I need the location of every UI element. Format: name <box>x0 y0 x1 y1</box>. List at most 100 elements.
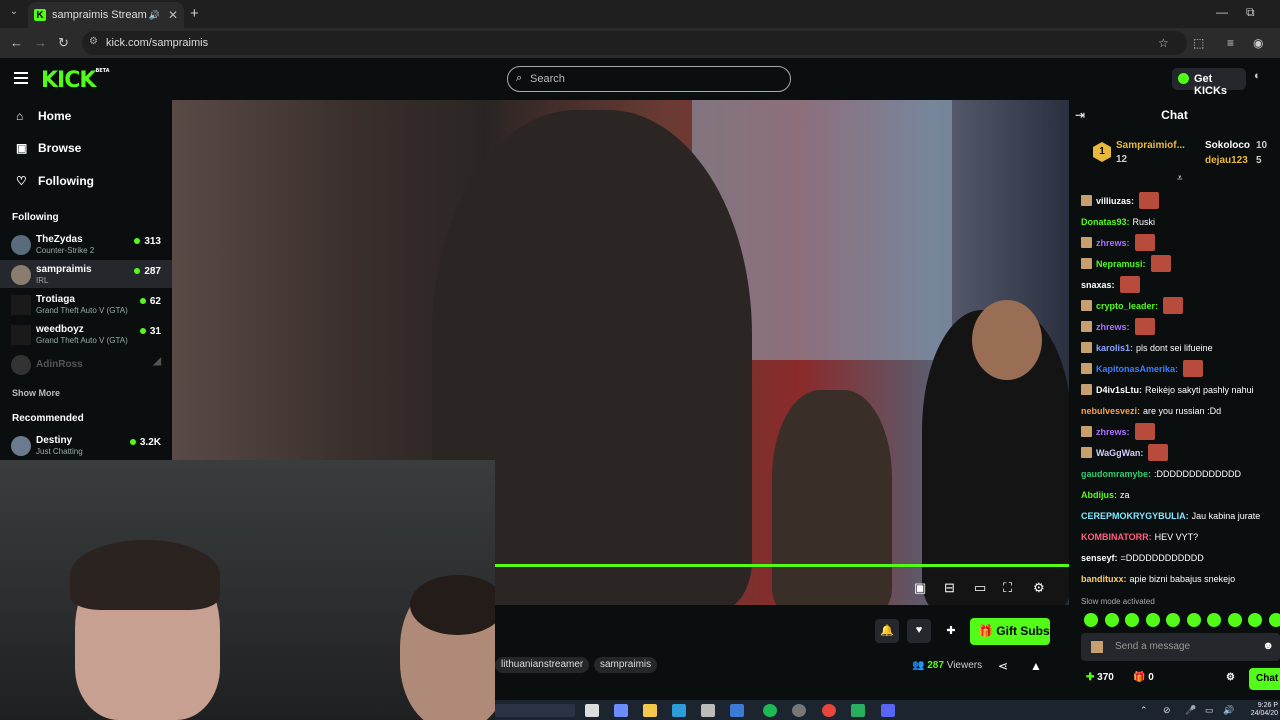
media-controls-icon[interactable]: ≡ <box>1227 36 1234 50</box>
edge-icon[interactable] <box>672 704 686 717</box>
kicks-icon[interactable]: ✚ <box>939 619 963 643</box>
emote-icon[interactable] <box>1207 613 1221 627</box>
emote-icon[interactable] <box>1268 613 1280 627</box>
store-icon[interactable] <box>701 704 715 717</box>
system-clock[interactable]: 9:26 P 24/04/20 <box>1242 702 1278 718</box>
channel-item[interactable]: Destiny Just Chatting 3.2K <box>0 431 172 459</box>
app-icon[interactable] <box>851 704 865 717</box>
profile-icon[interactable]: ◉ <box>1253 36 1263 50</box>
app-icon[interactable] <box>792 704 806 717</box>
chat-username[interactable]: snaxas: <box>1081 280 1115 290</box>
task-view-icon[interactable] <box>585 704 599 717</box>
share-icon[interactable]: ⋖ <box>998 659 1008 673</box>
kicks-balance[interactable]: ✚ 370 <box>1086 672 1114 683</box>
user-avatar-icon[interactable]: ◐ <box>1254 70 1270 86</box>
nav-following[interactable]: ♡ Following <box>16 174 94 188</box>
emote-icon[interactable] <box>1186 613 1201 627</box>
stream-tag[interactable]: sampraimis <box>594 657 658 673</box>
channel-item[interactable]: weedboyz Grand Theft Auto V (GTA) 31 <box>0 320 172 348</box>
speaker-icon[interactable]: 🔊 <box>149 10 160 21</box>
theater-mode-icon[interactable]: ▭ <box>974 580 986 596</box>
chat-username[interactable]: Abdijus: <box>1081 490 1117 500</box>
emote-icon[interactable] <box>1166 613 1180 627</box>
settings-gear-icon[interactable]: ⚙ <box>1033 580 1045 596</box>
browser-tab[interactable]: K sampraimis Stream - Watch 🔊 ✕ <box>28 2 184 28</box>
file-explorer-icon[interactable] <box>643 704 657 717</box>
channel-item[interactable]: AdinRoss ◢ <box>0 350 172 378</box>
chat-username[interactable]: KapitonasAmerika: <box>1096 364 1178 374</box>
channel-item[interactable]: Trotiaga Grand Theft Auto V (GTA) 62 <box>0 290 172 318</box>
chat-username[interactable]: nebulvesvezi: <box>1081 406 1140 416</box>
bookmark-star-icon[interactable]: ☆ <box>1158 36 1169 50</box>
mail-icon[interactable] <box>730 704 744 717</box>
menu-icon[interactable] <box>14 72 28 84</box>
chat-settings-icon[interactable]: ⚙ <box>1226 672 1235 683</box>
kick-logo[interactable]: KICKBETA <box>41 68 110 93</box>
chat-message-input[interactable]: Send a message ☻ <box>1081 633 1280 661</box>
chat-username[interactable]: zhrews: <box>1096 238 1130 248</box>
forward-icon[interactable]: → <box>34 35 47 50</box>
search-input[interactable]: ⌕ Search <box>507 66 791 92</box>
emote-icon[interactable] <box>1227 613 1242 627</box>
chat-username[interactable]: villiuzas: <box>1096 196 1134 206</box>
follow-heart-icon[interactable]: ♥ <box>907 619 931 643</box>
nav-browse[interactable]: ▣ Browse <box>16 141 81 155</box>
site-info-icon[interactable]: ⚙ <box>89 36 98 47</box>
pip-icon[interactable]: ▣ <box>914 580 926 596</box>
gift-subs-button[interactable]: 🎁 Gift Subs <box>970 618 1050 645</box>
minimize-icon[interactable]: — <box>1216 5 1228 19</box>
back-icon[interactable]: ← <box>10 35 23 50</box>
microphone-icon[interactable]: 🎤 <box>1185 705 1196 716</box>
chat-username[interactable]: senseyf: <box>1081 553 1118 563</box>
report-icon[interactable]: ▲ <box>1030 659 1042 673</box>
emote-icon[interactable] <box>1084 613 1098 627</box>
chat-username[interactable]: gaudomramybe: <box>1081 469 1151 479</box>
channel-item[interactable]: sampraimis IRL 287 <box>0 260 172 288</box>
channel-item[interactable]: TheZydas Counter-Strike 2 313 <box>0 230 172 258</box>
expand-gifters-icon[interactable]: ⩡ <box>1177 173 1183 184</box>
taskbar-search[interactable] <box>495 704 575 717</box>
chat-username[interactable]: Donatas93: <box>1081 217 1130 227</box>
chat-username[interactable]: bandituxx: <box>1081 574 1127 584</box>
fullscreen-icon[interactable]: ⛶ <box>1003 580 1012 596</box>
chrome-icon[interactable] <box>822 704 836 717</box>
copilot-icon[interactable] <box>614 704 628 717</box>
url-field[interactable]: ⚙ kick.com/sampraimis <box>82 31 1187 55</box>
gifter-name[interactable]: Sokoloco <box>1205 140 1250 151</box>
chat-username[interactable]: D4iv1sLtu: <box>1096 385 1142 395</box>
chat-username[interactable]: WaGgWan: <box>1096 448 1143 458</box>
clip-icon[interactable]: ⊟ <box>944 580 955 596</box>
emoji-picker-icon[interactable]: ☻ <box>1262 640 1274 652</box>
get-kicks-button[interactable]: Get KICKs <box>1172 68 1246 97</box>
emote-icon[interactable] <box>1248 613 1262 627</box>
chat-username[interactable]: CEREPMOKRYGYBULIA: <box>1081 511 1189 521</box>
chat-username[interactable]: KOMBINATORR: <box>1081 532 1152 542</box>
show-more-link[interactable]: Show More <box>12 388 60 398</box>
new-tab-icon[interactable]: + <box>190 5 199 22</box>
extensions-icon[interactable]: ⬚ <box>1193 36 1204 50</box>
tab-list-icon[interactable]: ⌄ <box>6 6 22 22</box>
nav-home[interactable]: ⌂ Home <box>16 109 71 123</box>
close-tab-icon[interactable]: ✕ <box>168 8 178 22</box>
chat-username[interactable]: karolis1: <box>1096 343 1133 353</box>
gifter-name[interactable]: dejau123 <box>1205 155 1248 166</box>
notification-bell-icon[interactable]: 🔔 <box>875 619 899 643</box>
restore-icon[interactable]: ⧉ <box>1246 5 1255 20</box>
tray-icon[interactable]: ⊘ <box>1163 705 1171 716</box>
chat-username[interactable]: Nepramusi: <box>1096 259 1146 269</box>
emote-icon[interactable] <box>1125 613 1139 627</box>
spotify-icon[interactable] <box>763 704 777 717</box>
chat-username[interactable]: crypto_leader: <box>1096 301 1158 311</box>
emote-icon[interactable] <box>1104 613 1119 627</box>
reload-icon[interactable]: ↻ <box>58 35 69 51</box>
stream-tag[interactable]: lithuanianstreamer <box>495 657 590 673</box>
chat-send-button[interactable]: Chat <box>1249 668 1280 690</box>
chat-username[interactable]: zhrews: <box>1096 427 1130 437</box>
discord-icon[interactable] <box>881 704 895 717</box>
volume-icon[interactable]: 🔊 <box>1223 705 1234 716</box>
progress-bar[interactable] <box>495 564 1069 567</box>
top-gifter-name[interactable]: Sampraimiof... <box>1116 140 1185 151</box>
emote-icon[interactable] <box>1145 613 1160 627</box>
tray-overflow-icon[interactable]: ⌃ <box>1140 705 1148 716</box>
gift-balance[interactable]: 🎁 0 <box>1133 672 1154 683</box>
